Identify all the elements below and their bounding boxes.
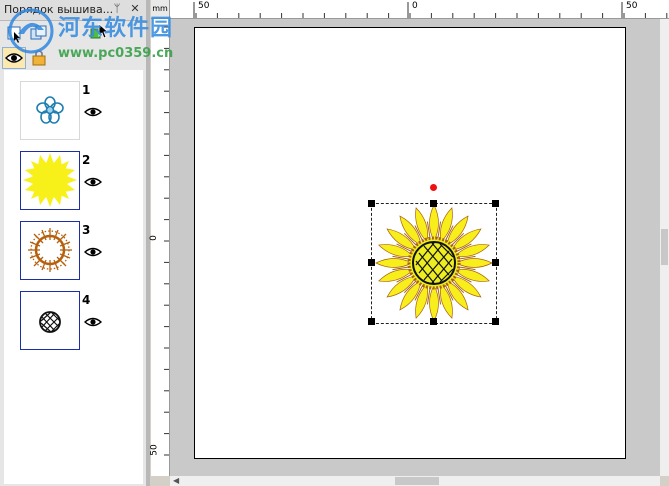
watermark-title: 河东软件园 [58,16,174,41]
embroidery-order-list: 1 2 3 4 [4,70,143,484]
resize-handle-top-left[interactable] [368,200,375,207]
embroidery-order-panel: Порядок вышива... ᛘ ✕ 1 2 3 4 [0,0,147,486]
resize-handle-bottom-left[interactable] [368,318,375,325]
black-mesh-circle-thumbnail-icon [39,311,61,333]
h-ruler-label-neg50: 50 [198,1,210,11]
v-ruler-label-50: 50 [149,444,160,456]
yellow-petals-thumbnail-icon [23,153,77,207]
visibility-eye-icon[interactable] [84,317,102,327]
list-item-number-2: 2 [82,153,91,167]
horizontal-ruler-ticks [193,2,668,18]
scroll-left-arrow-icon[interactable]: ◀ [173,476,179,486]
watermark-url: www.pc0359.cn [58,46,174,61]
visibility-eye-icon[interactable] [84,177,102,187]
v-ruler-label-0: 0 [148,235,159,241]
resize-handle-bottom-right[interactable] [492,318,499,325]
list-item-thumbnail-3[interactable] [20,221,80,280]
list-item-number-4: 4 [82,293,91,307]
vertical-scrollbar[interactable] [660,19,669,476]
list-item-number-3: 3 [82,223,91,237]
watermark-logo-icon [8,8,54,54]
h-ruler-label-0: 0 [412,1,418,11]
rotate-handle[interactable] [430,184,437,191]
horizontal-ruler: 50 0 50 [170,0,669,19]
selection-bounding-box[interactable] [371,203,497,324]
list-item-thumbnail-2[interactable] [20,151,80,210]
resize-handle-right[interactable] [492,259,499,266]
resize-handle-bottom[interactable] [430,318,437,325]
vertical-ruler-ticks [164,26,169,456]
orange-ring-thumbnail-icon [28,228,72,272]
list-item-thumbnail-4[interactable] [20,291,80,350]
visibility-eye-icon[interactable] [84,107,102,117]
h-ruler-label-50: 50 [626,1,638,11]
horizontal-scroll-thumb[interactable] [395,477,439,485]
list-item-number-1: 1 [82,83,91,97]
vertical-scroll-thumb[interactable] [661,229,668,265]
list-item-thumbnail-1[interactable] [20,81,80,140]
resize-handle-top-right[interactable] [492,200,499,207]
blue-flower-thumbnail-icon [36,96,64,124]
vertical-ruler: 0 50 [148,19,170,476]
resize-handle-top[interactable] [430,200,437,207]
design-workspace[interactable] [170,19,660,476]
hoop-page[interactable] [194,27,626,459]
visibility-eye-icon[interactable] [84,247,102,257]
horizontal-scrollbar[interactable]: ◀ [170,476,660,486]
resize-handle-left[interactable] [368,259,375,266]
